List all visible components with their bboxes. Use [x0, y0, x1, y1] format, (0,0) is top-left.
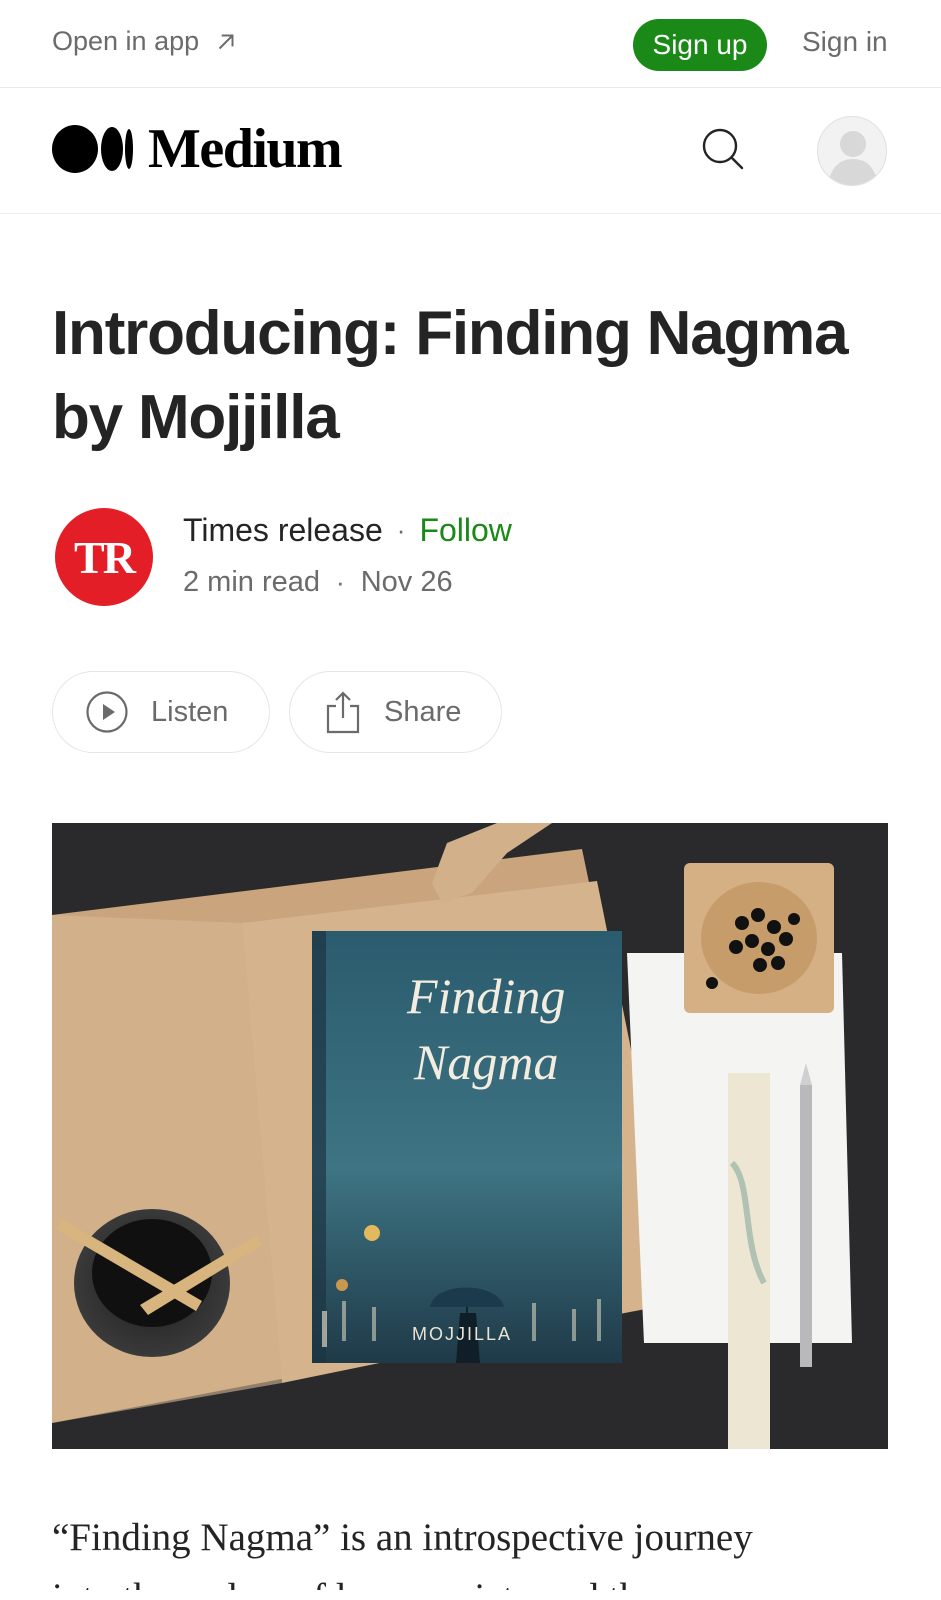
- book-mockup-illustration: Finding Nagma MOJJILLA: [52, 823, 888, 1449]
- sign-up-button[interactable]: Sign up: [633, 19, 767, 71]
- share-icon: [326, 691, 360, 734]
- article-meta: 2 min read · Nov 26: [183, 566, 453, 599]
- article-title: Introducing: Finding Nagma by Mojjilla: [52, 299, 849, 452]
- hero-image: Finding Nagma MOJJILLA: [52, 823, 888, 1449]
- medium-logo[interactable]: Medium: [52, 118, 343, 180]
- search-icon[interactable]: [700, 126, 746, 172]
- share-button[interactable]: Share: [289, 671, 502, 753]
- author-initials: TR: [74, 531, 136, 583]
- play-icon: [86, 691, 128, 733]
- site-header: Medium: [0, 88, 941, 214]
- arrow-up-right-icon: [218, 34, 234, 49]
- top-app-bar: Open in app Sign up Sign in: [0, 0, 941, 88]
- author-line: Times release · Follow: [183, 512, 512, 549]
- body-paragraph-line: “Finding Nagma” is an introspective jour…: [52, 1516, 753, 1559]
- medium-logo-icon: [52, 125, 133, 173]
- listen-button[interactable]: Listen: [52, 671, 270, 753]
- author-avatar[interactable]: TR: [55, 508, 153, 606]
- separator-dot: ·: [336, 567, 345, 597]
- cover-author: MOJJILLA: [412, 1324, 512, 1344]
- medium-wordmark: Medium: [148, 118, 343, 180]
- cover-title-line2: Nagma: [413, 1034, 558, 1090]
- article-body: “Finding Nagma” is an introspective jour…: [52, 1508, 902, 1600]
- publish-date: Nov 26: [360, 566, 453, 598]
- open-in-app-link[interactable]: Open in app: [52, 26, 239, 57]
- listen-label: Listen: [151, 695, 229, 728]
- follow-button[interactable]: Follow: [419, 512, 511, 549]
- viewport-bottom-edge: [0, 1590, 941, 1600]
- cover-title-line1: Finding: [406, 968, 565, 1024]
- user-avatar-button[interactable]: [817, 116, 887, 186]
- read-time: 2 min read: [183, 566, 321, 598]
- author-name-link[interactable]: Times release: [183, 512, 383, 549]
- user-avatar-icon: [828, 131, 878, 185]
- sign-in-link[interactable]: Sign in: [802, 26, 888, 58]
- open-in-app-label: Open in app: [52, 26, 200, 56]
- separator-dot: ·: [396, 515, 406, 545]
- share-label: Share: [384, 695, 462, 728]
